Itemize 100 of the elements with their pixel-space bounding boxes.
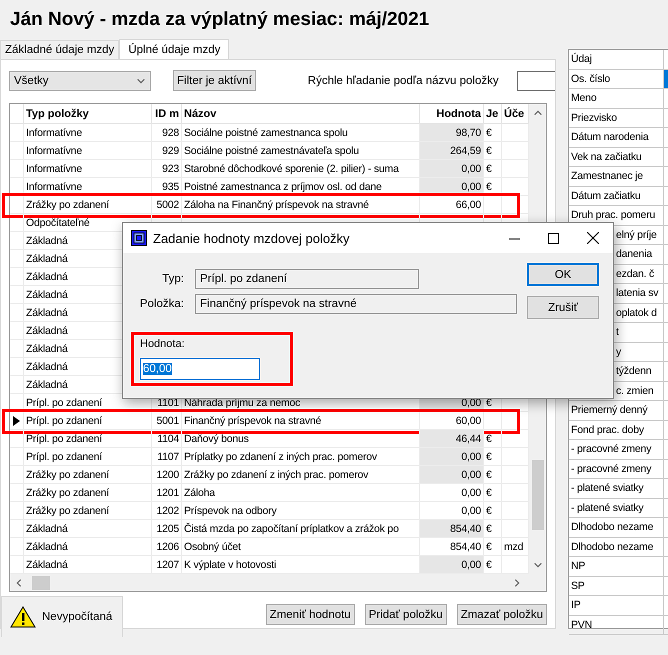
table-cell: Informatívne [24, 160, 152, 178]
filter-dropdown[interactable]: Všetky [9, 70, 151, 90]
tab[interactable]: Základné údaje mzdy [0, 40, 120, 59]
table-cell: 0,00 [420, 448, 484, 466]
dialog-button[interactable]: Zrušiť [527, 296, 599, 319]
table-cell: Príspevok na odbory [182, 502, 420, 520]
property-name: Vek na začiatku [569, 148, 664, 167]
table-cell: Prípl. po zdanení [24, 412, 152, 430]
table-cell: Finančný príspevok na stravné [182, 412, 420, 430]
property-name: IP [569, 596, 664, 616]
table-cell: 1206 [152, 538, 182, 556]
table-cell: Starobné dôchodkové sporenie (2. pilier) - suma [182, 160, 420, 178]
table-cell: 1201 [152, 484, 182, 502]
property-name: Fond prac. doby [569, 420, 664, 440]
column-header[interactable]: ID m [152, 104, 182, 124]
property-name: Zamestnanec je [569, 167, 664, 186]
table-cell: 264,59 [420, 142, 484, 160]
property-name: PVN [569, 616, 664, 635]
table-cell: 66,00 [420, 196, 484, 214]
column-header[interactable]: Údaj [569, 50, 664, 70]
property-name: - platené sviatky [569, 479, 664, 498]
action-button[interactable]: Pridať položku [364, 604, 447, 625]
table-cell: 0,00 [420, 160, 484, 178]
table-cell [484, 412, 502, 430]
scroll-right-icon[interactable] [512, 578, 522, 588]
filter-button[interactable]: Filter je aktívní [173, 70, 256, 91]
table-cell: Informatívne [24, 142, 152, 160]
table-cell: Osobný účet [182, 538, 420, 556]
field-label: Typ: [161, 273, 185, 285]
value-field[interactable]: 60,00 [140, 358, 260, 380]
property-name: Dlhodobo nezame [569, 518, 664, 538]
close-icon[interactable] [587, 232, 599, 244]
scroll-down-icon[interactable] [532, 560, 542, 570]
table-cell: 0,00 [420, 484, 484, 502]
table-cell: 0,00 [420, 466, 484, 484]
table-cell: € [484, 520, 502, 538]
table-cell: Prípl. po zdanení [24, 448, 152, 466]
dialog-button[interactable]: OK [527, 263, 599, 286]
search-field[interactable] [516, 70, 555, 90]
table-cell: € [484, 538, 502, 556]
property-name: Priemerný denný [569, 401, 664, 420]
table-cell: 854,40 [420, 520, 484, 538]
table-cell: 1107 [152, 448, 182, 466]
property-name: Priezvisko [569, 108, 664, 128]
table-cell: Zrážky po zdanení [24, 502, 152, 520]
readonly-field: Finančný príspevok na stravné [195, 294, 517, 314]
table-cell: Základná [24, 520, 152, 538]
scrollbar-thumb[interactable] [532, 460, 544, 530]
table-cell: Prípl. po zdanení [24, 430, 152, 448]
property-name: - platené sviatky [569, 498, 664, 518]
property-name: - pracovné zmeny [569, 460, 664, 479]
table-cell: Sociálne poistné zamestnávateľa spolu [182, 142, 420, 160]
table-cell: 0,00 [420, 556, 484, 574]
table-cell: € [484, 484, 502, 502]
table-cell: 928 [152, 124, 182, 142]
table-cell: 98,70 [420, 124, 484, 142]
table-cell: 1202 [152, 502, 182, 520]
scroll-left-icon[interactable] [14, 578, 24, 588]
action-button[interactable]: Zmeniť hodnotu [266, 604, 355, 625]
table-cell: € [484, 142, 502, 160]
table-cell: 1104 [152, 430, 182, 448]
scroll-up-icon[interactable] [532, 108, 542, 118]
property-name: Meno [569, 89, 664, 108]
table-cell: € [484, 466, 502, 484]
property-name: Dlhodobo nezame [569, 538, 664, 557]
maximize-icon[interactable] [548, 232, 559, 244]
table-cell: Čistá mzda po započítaní príplatkov a zrážok po [182, 520, 420, 538]
property-name: Dátum začiatku [569, 186, 664, 206]
table-cell: Sociálne poistné zamestnanca spolu [182, 124, 420, 142]
column-header[interactable]: Názov [182, 104, 420, 124]
scrollbar-thumb[interactable] [32, 576, 50, 590]
dialog-title: Zadanie hodnoty mzdovej položky [153, 230, 350, 246]
table-cell: € [484, 178, 502, 196]
tab[interactable]: Úplné údaje mzdy [119, 39, 230, 59]
table-cell: 935 [152, 178, 182, 196]
table-cell: Zrážky po zdanení [24, 484, 152, 502]
column-header[interactable]: Typ položky [24, 104, 152, 124]
table-cell: Zrážky po zdanení [24, 466, 152, 484]
table-cell: 1200 [152, 466, 182, 484]
action-button[interactable]: Zmazať položku [456, 604, 547, 625]
table-cell: Záloha [182, 484, 420, 502]
window-title: Ján Nový - mzda za výplatný mesiac: máj/2021 [9, 8, 430, 32]
table-cell: Základná [24, 538, 152, 556]
table-cell: 46,44 [420, 430, 484, 448]
column-header[interactable]: Je [484, 104, 502, 124]
table-cell: € [484, 160, 502, 178]
table-cell: 1205 [152, 520, 182, 538]
app-icon [131, 230, 147, 246]
table-cell: 929 [152, 142, 182, 160]
property-name: - pracovné zmeny [569, 440, 664, 460]
table-cell: Informatívne [24, 178, 152, 196]
readonly-field: Prípl. po zdanení [195, 269, 419, 289]
table-cell: Zrážky po zdanení [24, 196, 152, 214]
table-cell: € [484, 502, 502, 520]
status-label: Nevypočítaná [42, 611, 112, 623]
warning-icon [10, 606, 36, 628]
property-name: Dátum narodenia [569, 128, 664, 148]
table-cell: € [484, 430, 502, 448]
status-tab[interactable]: Nevypočítaná [1, 596, 124, 637]
table-cell: 5002 [152, 196, 182, 214]
